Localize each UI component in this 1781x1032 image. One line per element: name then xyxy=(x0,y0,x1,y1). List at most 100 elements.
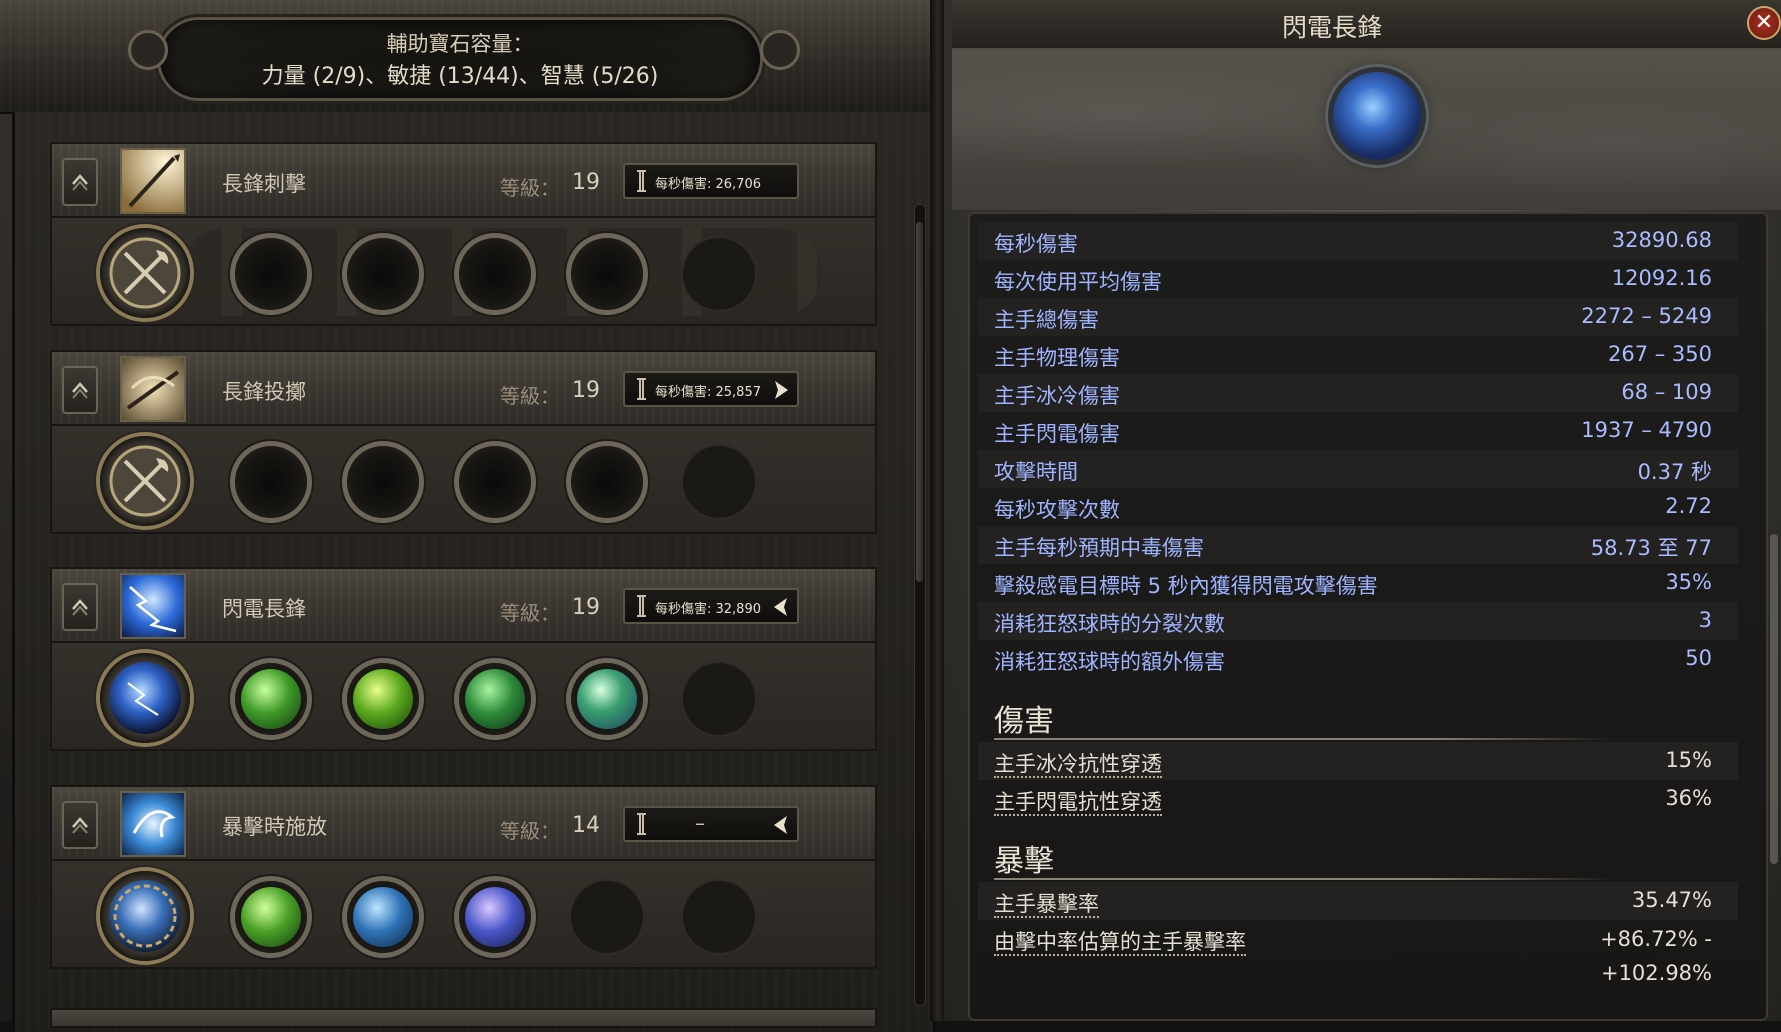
skill-header: 長鋒刺擊 等級： 19 每秒傷害: 26,706 xyxy=(50,142,877,218)
gem-slot-1[interactable] xyxy=(235,881,307,953)
arrow-right-icon xyxy=(775,381,788,399)
gem-slot-1[interactable] xyxy=(235,446,307,518)
gem-slot-2[interactable] xyxy=(347,881,419,953)
spear-throw-icon xyxy=(120,356,186,422)
stat-label: 主手每秒預期中毒傷害 xyxy=(994,536,1204,560)
gem-slot-1[interactable] xyxy=(235,663,307,735)
expand-button[interactable] xyxy=(62,583,98,631)
level-label: 等級： xyxy=(500,384,560,408)
expand-button[interactable] xyxy=(62,158,98,206)
section-title: 暴擊 xyxy=(994,844,1054,879)
stat-label: 每次使用平均傷害 xyxy=(994,270,1162,294)
stat-label: 由擊中率估算的主手暴擊率 xyxy=(994,926,1246,956)
level-value: 19 xyxy=(572,378,600,403)
gem-slot-3[interactable] xyxy=(459,446,531,518)
gem-slot-3[interactable] xyxy=(459,238,531,310)
stat-value: 50 xyxy=(1685,646,1712,670)
stat-value: 2272 – 5249 xyxy=(1581,304,1712,328)
detail-title: 閃電長鋒 xyxy=(1281,13,1382,42)
skill-name: 閃電長鋒 xyxy=(222,597,306,621)
stat-value: 68 – 109 xyxy=(1621,380,1712,404)
stats-scrollbar[interactable] xyxy=(1770,534,1778,864)
weapon-slot[interactable] xyxy=(100,228,190,318)
green-gem-icon xyxy=(241,669,301,729)
chevron-up-icon xyxy=(72,382,88,399)
support-capacity-values: 力量 (2/9)、敏捷 (13/44)、智慧 (5/26) xyxy=(261,64,659,89)
gem-slot-4[interactable] xyxy=(571,663,643,735)
stat-label: 主手冰冷傷害 xyxy=(994,384,1120,408)
stat-label: 消耗狂怒球時的額外傷害 xyxy=(994,650,1225,674)
stat-value: 15% xyxy=(1665,748,1712,772)
dps-display[interactable]: 每秒傷害: 26,706 xyxy=(623,163,799,199)
skill-header: 閃電長鋒 等級： 19 每秒傷害: 32,890 xyxy=(50,567,877,643)
stat-row: 擊殺感電目標時 5 秒內獲得閃電攻擊傷害 35% xyxy=(978,564,1738,602)
stat-value: +86.72% - +102.98% xyxy=(1600,922,1712,990)
stat-value-line-2: +102.98% xyxy=(1600,961,1712,985)
dps-display[interactable]: 每秒傷害: 32,890 xyxy=(623,588,799,624)
weapon-slot[interactable] xyxy=(100,871,190,961)
skill-card-lightning-spear: 閃電長鋒 等級： 19 每秒傷害: 32,890 xyxy=(50,567,877,751)
gem-slot-1[interactable] xyxy=(235,238,307,310)
stat-label: 主手總傷害 xyxy=(994,308,1099,332)
expand-button[interactable] xyxy=(62,801,98,849)
expand-button[interactable] xyxy=(62,366,98,414)
stat-label-text[interactable]: 主手閃電抗性穿透 xyxy=(994,790,1162,816)
skill-name: 長鋒投擲 xyxy=(222,380,306,404)
stat-label: 主手閃電傷害 xyxy=(994,422,1120,446)
stat-label-text[interactable]: 主手暴擊率 xyxy=(994,892,1099,918)
stat-label-text[interactable]: 主手冰冷抗性穿透 xyxy=(994,752,1162,778)
skill-name: 長鋒刺擊 xyxy=(222,172,306,196)
gem-slot-2[interactable] xyxy=(347,238,419,310)
bar-marker-icon xyxy=(637,595,646,617)
dps-text: – xyxy=(695,811,705,835)
gem-slot-locked xyxy=(571,881,643,953)
stat-row: 每次使用平均傷害 12092.16 xyxy=(978,260,1738,298)
skill-card-spear-throw: 長鋒投擲 等級： 19 每秒傷害: 25,857 xyxy=(50,350,877,534)
gem-slot-4[interactable] xyxy=(571,238,643,310)
level-label: 等級： xyxy=(500,601,560,625)
close-button[interactable]: ✕ xyxy=(1747,6,1781,40)
crossed-axes-icon xyxy=(109,237,181,309)
gem-slot-3[interactable] xyxy=(459,881,531,953)
stat-label: 主手暴擊率 xyxy=(994,888,1099,918)
green-gem-icon xyxy=(241,887,301,947)
gem-slot-3[interactable] xyxy=(459,663,531,735)
stat-value: 36% xyxy=(1665,786,1712,810)
stat-row: 每秒攻擊次數 2.72 xyxy=(978,488,1738,526)
skill-card-cast-on-crit: 暴擊時施放 等級： 14 – xyxy=(50,785,877,969)
stat-row: 每秒傷害 32890.68 xyxy=(978,222,1738,260)
green-blue-gem-icon xyxy=(577,669,637,729)
damage-section-header: 傷害 xyxy=(978,678,1738,742)
stat-value: 0.37 秒 xyxy=(1637,460,1712,484)
gem-slot-2[interactable] xyxy=(347,663,419,735)
dps-display[interactable]: – xyxy=(623,806,799,842)
detail-title-bar: 閃電長鋒 xyxy=(952,0,1781,50)
stat-label: 每秒攻擊次數 xyxy=(994,498,1120,522)
stats-list: 每秒傷害 32890.68 每次使用平均傷害 12092.16 主手總傷害 22… xyxy=(978,222,1738,988)
stat-row: 主手閃電傷害 1937 – 4790 xyxy=(978,412,1738,450)
stat-label-text[interactable]: 由擊中率估算的主手暴擊率 xyxy=(994,930,1246,956)
stat-row: 主手暴擊率 35.47% xyxy=(978,882,1738,920)
weapon-slot[interactable] xyxy=(100,653,190,743)
stat-row: 攻擊時間 0.37 秒 xyxy=(978,450,1738,488)
crit-section-header: 暴擊 xyxy=(978,818,1738,882)
dps-text: 每秒傷害: 25,857 xyxy=(655,385,761,400)
stat-value: 35% xyxy=(1665,570,1712,594)
stats-panel: 每秒傷害 32890.68 每次使用平均傷害 12092.16 主手總傷害 22… xyxy=(968,212,1778,1021)
section-divider xyxy=(994,738,1614,740)
dps-display[interactable]: 每秒傷害: 25,857 xyxy=(623,371,799,407)
green-gem-icon xyxy=(465,669,525,729)
bar-marker-icon xyxy=(637,378,646,400)
weapon-slot[interactable] xyxy=(100,436,190,526)
skill-list-scroll-thumb[interactable] xyxy=(916,222,923,582)
level-value: 14 xyxy=(572,813,600,838)
bar-marker-icon xyxy=(637,170,646,192)
stat-label: 主手物理傷害 xyxy=(994,346,1120,370)
level-value: 19 xyxy=(572,170,600,195)
stat-value: 267 – 350 xyxy=(1607,342,1712,366)
lightning-spear-icon xyxy=(120,573,186,639)
gem-slot-4[interactable] xyxy=(571,446,643,518)
gem-slot-2[interactable] xyxy=(347,446,419,518)
skill-name: 暴擊時施放 xyxy=(222,815,327,839)
level-value: 19 xyxy=(572,595,600,620)
